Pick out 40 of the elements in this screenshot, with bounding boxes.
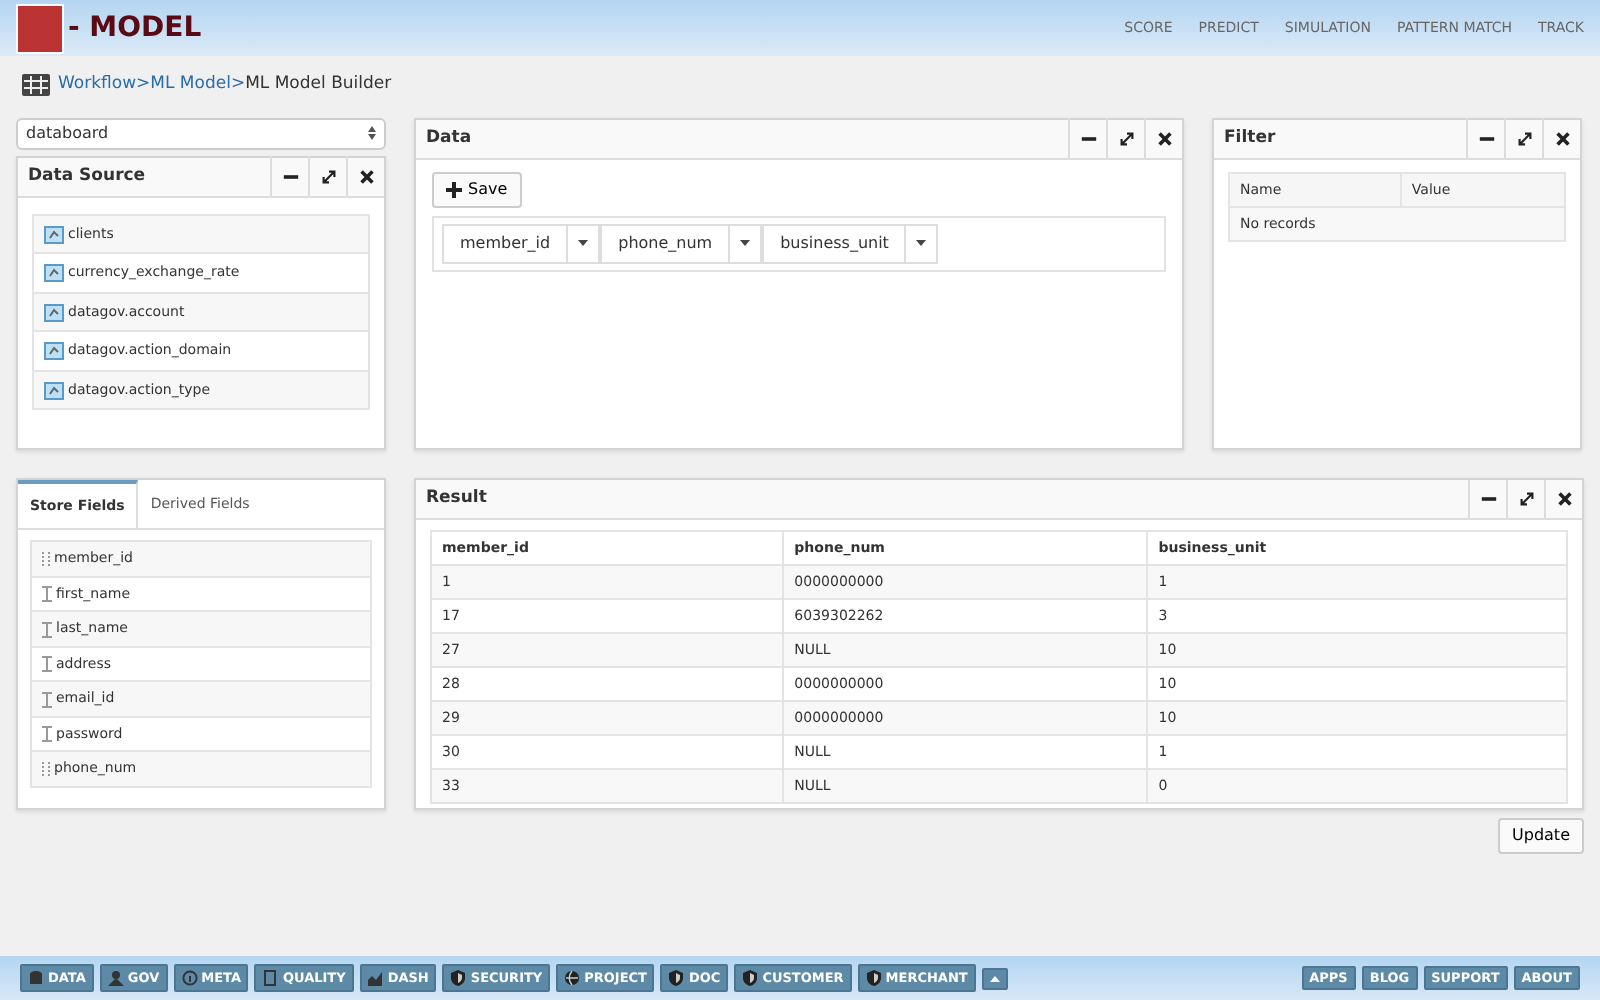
panel-title: Result — [424, 485, 489, 512]
shield-icon — [742, 970, 759, 986]
update-button[interactable]: Update — [1498, 817, 1584, 854]
caret-icon — [740, 240, 751, 247]
caret-icon — [916, 240, 927, 247]
panel-title: Data — [424, 125, 474, 152]
shield-icon — [668, 970, 685, 986]
sort-arrows-icon — [368, 126, 376, 141]
breadcrumb-link[interactable]: Workflow> — [58, 72, 151, 98]
column-dropdown[interactable]: member_id — [442, 223, 601, 264]
chart-icon — [367, 970, 384, 986]
source-select[interactable]: databoard — [16, 117, 386, 150]
caret-icon — [578, 240, 589, 247]
grid-icon — [22, 73, 50, 96]
collapse-button[interactable] — [981, 967, 1008, 989]
shield-icon — [865, 970, 882, 986]
person-icon — [107, 970, 124, 986]
panel-title: Filter — [1222, 125, 1278, 152]
breadcrumb-link[interactable]: ML Model> — [150, 72, 246, 98]
info-icon — [181, 970, 198, 986]
avatar-placeholder — [16, 3, 64, 53]
caret-up-icon — [989, 975, 1000, 981]
breadcrumb-current: ML Model Builder — [245, 72, 392, 98]
column-dropdown[interactable]: phone_num — [600, 223, 763, 264]
expand-icon — [1517, 489, 1535, 508]
globe-icon — [564, 970, 581, 986]
document-icon — [262, 970, 279, 986]
expand-icon — [1515, 129, 1533, 148]
app-title: - MODEL — [68, 9, 202, 47]
close-icon — [1553, 129, 1571, 148]
column-dropdown[interactable]: business_unit — [762, 223, 939, 264]
close-icon — [1155, 129, 1173, 148]
panel-title: Data Source — [26, 163, 148, 190]
expand-icon — [319, 167, 337, 186]
save-button[interactable]: Save — [432, 171, 522, 208]
close-icon — [1555, 489, 1573, 508]
close-icon — [357, 167, 375, 186]
shield-icon — [450, 970, 467, 986]
expand-icon — [1117, 129, 1135, 148]
plus-icon — [446, 181, 462, 198]
